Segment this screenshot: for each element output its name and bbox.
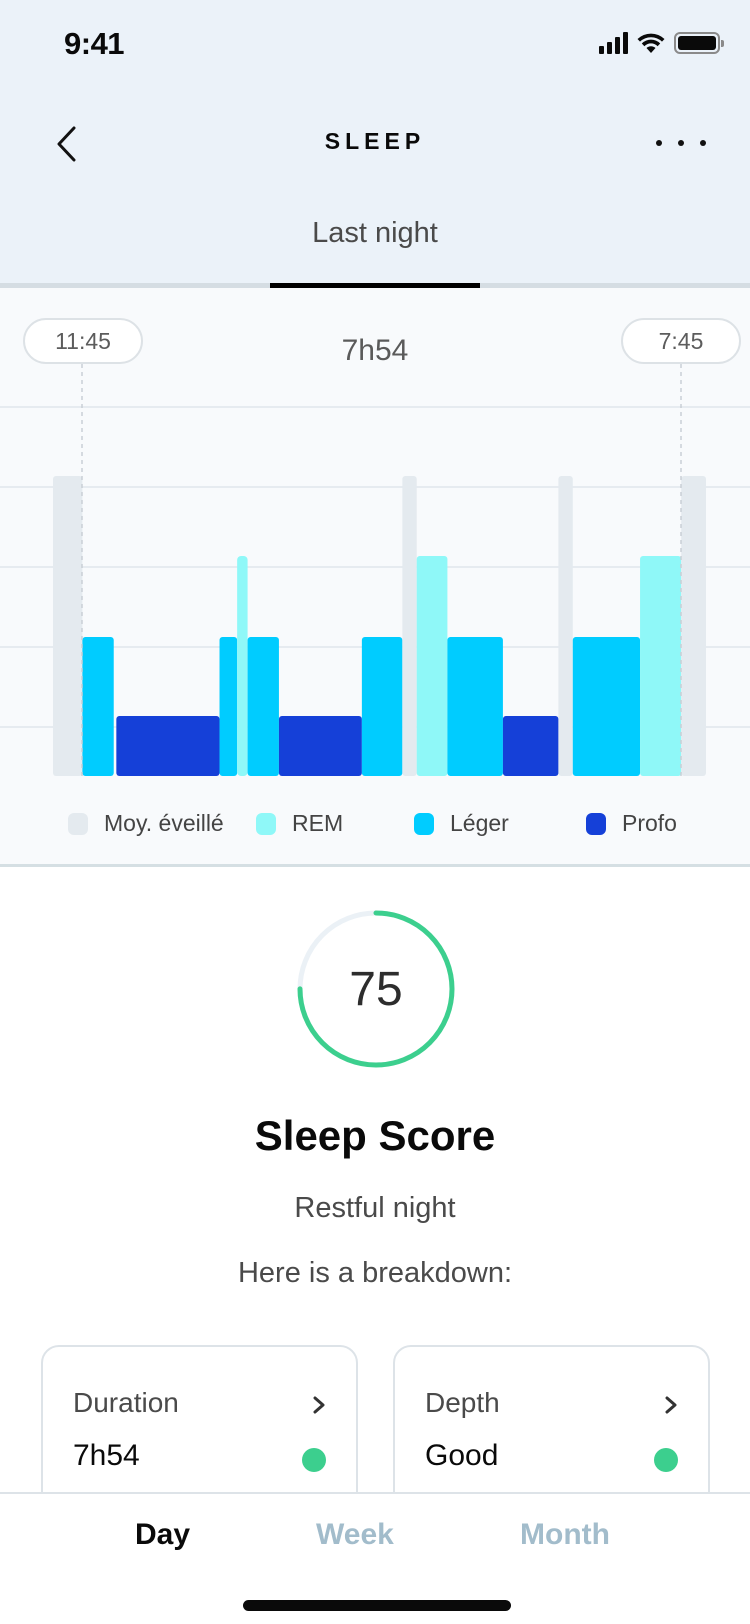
legend-label: Profo bbox=[622, 810, 677, 836]
tab-last-night[interactable]: Last night bbox=[0, 217, 750, 250]
legend-swatch bbox=[414, 812, 434, 835]
status-dot bbox=[302, 1448, 326, 1472]
chart-bar-l-ger bbox=[82, 637, 114, 776]
chart-bar-l-ger bbox=[247, 637, 279, 776]
chart-bar-moy-veill bbox=[53, 476, 83, 776]
chart-bar-l-ger bbox=[572, 637, 641, 776]
more-options-button[interactable] bbox=[656, 128, 706, 158]
legend-item-rem: REM bbox=[256, 810, 343, 837]
wifi-icon bbox=[637, 33, 665, 53]
header: 9:41 SLEEP Last night bbox=[0, 0, 750, 288]
page-title: SLEEP bbox=[324, 128, 426, 154]
legend-label: Moy. éveillé bbox=[104, 810, 224, 836]
legend-swatch bbox=[256, 812, 276, 835]
sleep-stage-chart bbox=[0, 364, 750, 776]
card-label: Depth bbox=[425, 1387, 500, 1418]
more-dot bbox=[700, 140, 706, 146]
chart-bar-moy-veill bbox=[558, 476, 573, 776]
legend-label: Léger bbox=[450, 810, 509, 836]
chart-bar-moy-veill bbox=[402, 476, 417, 776]
home-indicator[interactable] bbox=[243, 1600, 511, 1611]
status-icons bbox=[599, 32, 724, 54]
card-label: Duration bbox=[73, 1387, 179, 1418]
chevron-right-icon bbox=[665, 1396, 677, 1414]
card-value: Good bbox=[425, 1439, 499, 1472]
chart-bar-l-ger bbox=[219, 637, 238, 776]
legend-item-awake: Moy. éveillé bbox=[68, 810, 224, 837]
battery-icon bbox=[674, 32, 724, 54]
sleep-screen: 9:41 SLEEP Last night 11:45 7:45 7h54 Mo… bbox=[0, 0, 750, 1624]
legend-swatch bbox=[68, 812, 88, 835]
total-duration: 7h54 bbox=[341, 334, 409, 367]
status-time: 9:41 bbox=[64, 26, 125, 61]
status-dot bbox=[654, 1448, 678, 1472]
score-title: Sleep Score bbox=[254, 1112, 496, 1159]
breakdown-intro: Here is a breakdown: bbox=[237, 1257, 513, 1289]
chart-bar-l-ger bbox=[447, 637, 503, 776]
tab-month[interactable]: Month bbox=[520, 1518, 610, 1552]
legend-item-deep: Profo bbox=[586, 810, 677, 837]
chart-bar-rem bbox=[640, 556, 682, 776]
chart-bar-profo bbox=[116, 716, 220, 776]
chart-bar-rem bbox=[237, 556, 248, 776]
score-value: 75 bbox=[349, 962, 403, 1016]
score-subtitle: Restful night bbox=[294, 1192, 456, 1224]
chart-legend: Moy. éveillé REM Léger Profo bbox=[0, 810, 750, 840]
chart-bar-moy-veill bbox=[681, 476, 706, 776]
legend-item-light: Léger bbox=[414, 810, 509, 837]
chart-bar-l-ger bbox=[361, 637, 403, 776]
legend-label: REM bbox=[292, 810, 344, 836]
tab-day[interactable]: Day bbox=[135, 1518, 190, 1552]
chart-bar-rem bbox=[416, 556, 448, 776]
more-horizontal-icon bbox=[656, 140, 662, 146]
section-divider bbox=[0, 864, 750, 867]
chart-bar-profo bbox=[278, 716, 362, 776]
more-dot bbox=[678, 140, 684, 146]
chevron-right-icon bbox=[313, 1396, 325, 1414]
tab-week[interactable]: Week bbox=[316, 1518, 394, 1552]
card-value: 7h54 bbox=[73, 1439, 140, 1472]
cellular-signal-icon bbox=[599, 32, 628, 54]
legend-swatch bbox=[586, 812, 606, 835]
chart-bar-profo bbox=[502, 716, 559, 776]
